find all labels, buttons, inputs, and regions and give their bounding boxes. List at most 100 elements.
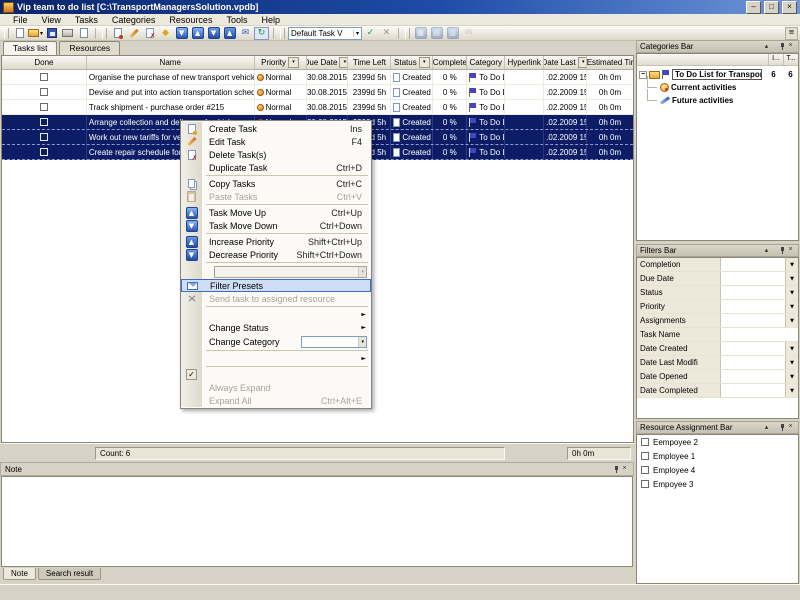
clear-view-icon[interactable]: ✕ <box>379 27 394 40</box>
maximize-icon[interactable]: □ <box>764 1 779 14</box>
filter-value-field[interactable] <box>721 314 785 327</box>
save-icon[interactable] <box>44 27 59 40</box>
task-move-down-icon[interactable]: ▼ <box>174 27 189 40</box>
column-status[interactable]: Status▾ <box>391 56 433 69</box>
menu-item-change-category[interactable]: Change Status► <box>181 321 371 334</box>
create-task-icon[interactable] <box>110 27 125 40</box>
close-icon[interactable]: × <box>786 246 795 255</box>
category-root-item[interactable]: − To Do List for Transport Ma 6 6 <box>637 68 798 81</box>
column-time-left[interactable]: Time Left <box>348 56 391 69</box>
category-item-current-activities[interactable]: Current activities <box>637 81 798 94</box>
column-estimated-time[interactable]: Estimated Tir <box>587 56 633 69</box>
resource-checkbox[interactable] <box>641 466 649 474</box>
column-name[interactable]: Name <box>87 56 255 69</box>
column-done[interactable]: Done <box>2 56 87 69</box>
table-row[interactable]: Organise the purchase of new transport v… <box>2 70 633 85</box>
close-icon[interactable]: × <box>786 423 795 432</box>
filter-value-field[interactable] <box>721 272 785 285</box>
due-date-combo[interactable]: ▾ <box>301 336 367 348</box>
done-checkbox[interactable] <box>40 148 48 156</box>
delete-task-icon[interactable] <box>142 27 157 40</box>
collapse-icon[interactable]: ▴ <box>762 423 771 432</box>
status-filter-icon[interactable]: ▾ <box>419 57 430 68</box>
minimize-icon[interactable]: – <box>746 1 761 14</box>
new-file-icon[interactable] <box>12 27 27 40</box>
tab-search-result[interactable]: Search result <box>38 568 101 580</box>
dropdown-icon[interactable]: ▼ <box>785 314 798 327</box>
menu-item-expand-all[interactable]: Always Expand <box>181 381 371 394</box>
menu-item-export[interactable]: ► <box>181 352 371 365</box>
menu-help[interactable]: Help <box>254 15 287 25</box>
menu-item-delete-task[interactable]: Delete Task(s) <box>181 148 371 161</box>
pin-icon[interactable] <box>774 423 783 432</box>
done-checkbox[interactable] <box>40 133 48 141</box>
menu-item-paste-tasks[interactable]: Paste TasksCtrl+V <box>181 190 371 203</box>
dropdown-icon[interactable]: ▼ <box>785 300 798 313</box>
menu-item-always-expand[interactable]: ✓ <box>181 368 371 381</box>
pin-icon[interactable] <box>608 465 617 474</box>
menu-item-set-due-date[interactable]: Change Category ▾ <box>181 334 371 349</box>
note-content[interactable] <box>1 476 633 567</box>
filter-value-field[interactable] <box>721 258 785 271</box>
menu-item-task-move-down[interactable]: ▼ Task Move DownCtrl+Down <box>181 219 371 232</box>
tree-collapse-icon[interactable]: − <box>639 71 647 79</box>
done-checkbox[interactable] <box>40 103 48 111</box>
filter-value-field[interactable] <box>721 300 785 313</box>
print-icon[interactable] <box>60 27 75 40</box>
pin-icon[interactable] <box>774 246 783 255</box>
assign-resource-icon[interactable]: ▦ <box>413 27 428 40</box>
menu-tasks[interactable]: Tasks <box>68 15 105 25</box>
date-last-filter-icon[interactable]: ▾ <box>578 57 587 68</box>
decrease-priority-icon[interactable]: ▼ <box>206 27 221 40</box>
column-complete[interactable]: Complete <box>433 56 467 69</box>
column-incomplete[interactable]: I... <box>768 54 783 65</box>
dropdown-icon[interactable]: ▼ <box>785 384 798 397</box>
resource-item[interactable]: Empoyee 3 <box>637 477 798 491</box>
menu-item-change-status[interactable]: ► <box>181 308 371 321</box>
menu-item-paste-new-task[interactable]: Send task to assigned resource <box>181 292 371 305</box>
filter-value-field[interactable] <box>721 328 798 341</box>
resource-chart-icon[interactable]: ▥ <box>445 27 460 40</box>
filter-value-field[interactable] <box>721 286 785 299</box>
priority-filter-icon[interactable]: ▾ <box>288 57 299 68</box>
task-view-combo[interactable]: Default Task V ▾ <box>288 27 362 40</box>
menu-item-collapse-all[interactable]: Expand AllCtrl+Alt+E <box>181 394 371 407</box>
menu-item-duplicate-task[interactable]: Duplicate TaskCtrl+D <box>181 161 371 174</box>
close-icon[interactable]: × <box>620 465 629 474</box>
column-total[interactable]: T... <box>783 54 798 65</box>
menu-item-copy-tasks[interactable]: Copy TasksCtrl+C <box>181 177 371 190</box>
menu-item-task-move-up[interactable]: ▲ Task Move UpCtrl+Up <box>181 206 371 219</box>
dropdown-icon[interactable]: ▼ <box>785 370 798 383</box>
menu-item-create-task[interactable]: Create TaskIns <box>181 122 371 135</box>
resource-checkbox[interactable] <box>641 480 649 488</box>
filter-value-field[interactable] <box>721 370 785 383</box>
close-icon[interactable]: × <box>782 1 797 14</box>
toolbar-overflow-icon[interactable]: ≡ <box>785 27 798 40</box>
dropdown-icon[interactable]: ▼ <box>785 272 798 285</box>
print-preview-icon[interactable] <box>76 27 91 40</box>
column-due-date[interactable]: Due Date▾ <box>307 56 349 69</box>
column-hyperlink[interactable]: Hyperlink <box>505 56 544 69</box>
dropdown-icon[interactable]: ▼ <box>785 258 798 271</box>
done-checkbox[interactable] <box>40 118 48 126</box>
menu-item-decrease-priority[interactable]: ▼ Decrease PriorityShift+Ctrl+Down <box>181 248 371 261</box>
column-priority[interactable]: Priority▾ <box>255 56 307 69</box>
category-item-future-activities[interactable]: Future activities <box>637 94 798 107</box>
done-checkbox[interactable] <box>40 73 48 81</box>
table-row[interactable]: Track shipment - purchase order #215 Nor… <box>2 100 633 115</box>
task-view-dropdown-icon[interactable]: ▾ <box>353 30 359 37</box>
edit-task-icon[interactable] <box>126 27 141 40</box>
increase-priority-icon[interactable]: ▲ <box>222 27 237 40</box>
complete-task-icon[interactable]: ◆ <box>158 27 173 40</box>
menu-view[interactable]: View <box>35 15 68 25</box>
menu-item-edit-task[interactable]: Edit TaskF4 <box>181 135 371 148</box>
resource-checkbox[interactable] <box>641 438 649 446</box>
done-checkbox[interactable] <box>40 88 48 96</box>
expand-toggle-icon[interactable]: ↻ <box>254 27 269 40</box>
resource-checkbox[interactable] <box>641 452 649 460</box>
tab-resources[interactable]: Resources <box>59 41 120 55</box>
menu-tools[interactable]: Tools <box>219 15 254 25</box>
resource-item[interactable]: Employee 1 <box>637 449 798 463</box>
column-category[interactable]: Category <box>467 56 505 69</box>
filter-presets-combo[interactable]: ▾ <box>214 266 367 278</box>
